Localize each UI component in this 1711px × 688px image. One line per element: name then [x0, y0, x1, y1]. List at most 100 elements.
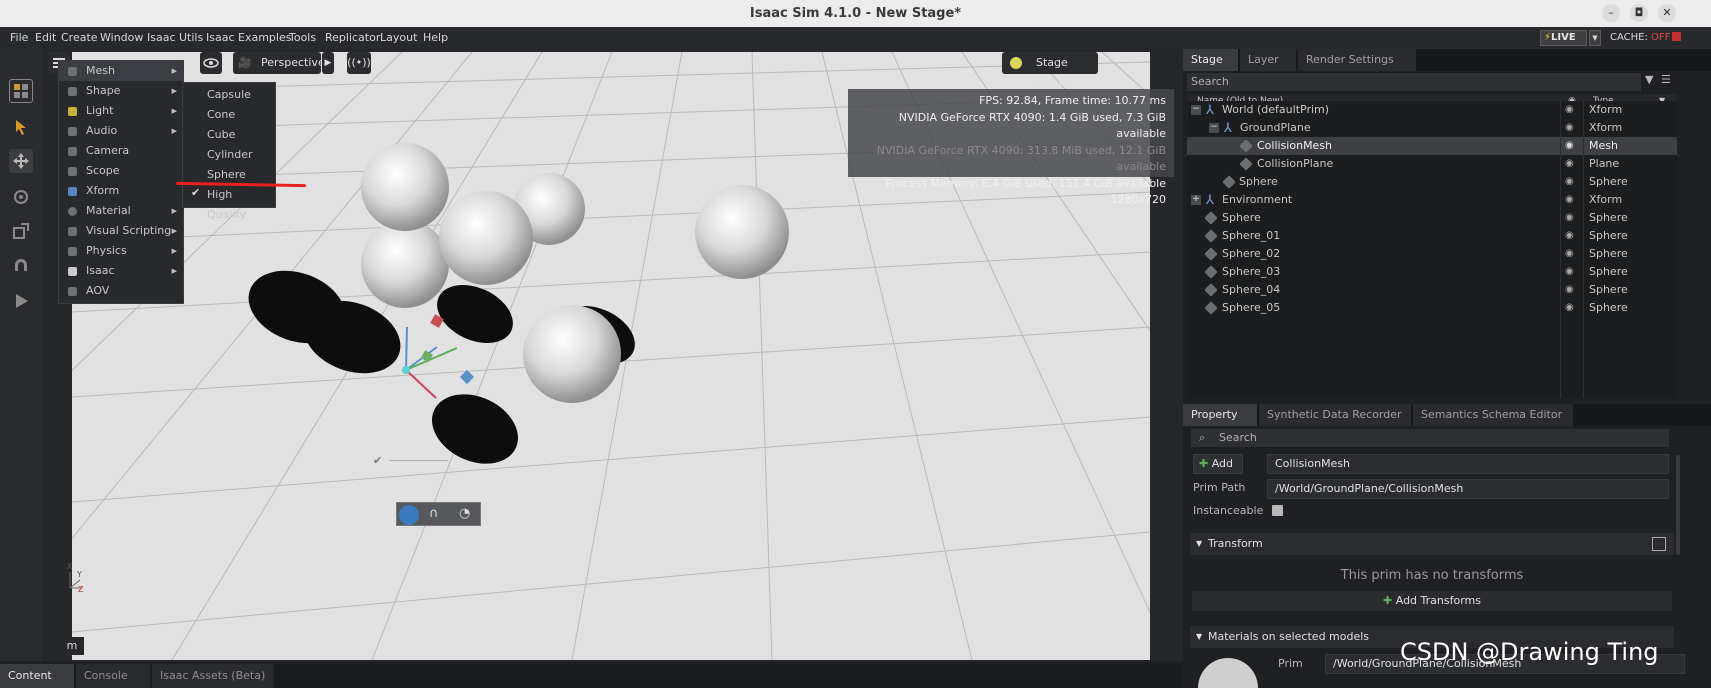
tab-synthetic-data-recorder[interactable]: Synthetic Data Recorder	[1259, 404, 1411, 426]
menu-item-xform[interactable]: Xform	[59, 181, 183, 201]
tree-row[interactable]: Sphere_05 ◉ Sphere	[1187, 299, 1677, 317]
xform-icon	[68, 187, 77, 196]
menu-item-material[interactable]: Material ▶	[59, 201, 183, 221]
stage-search-input[interactable]: Search	[1187, 73, 1641, 91]
rotate-icon[interactable]	[9, 185, 33, 209]
menu-item-visual-scripting[interactable]: Visual Scripting ▶	[59, 221, 183, 241]
add-transforms-button[interactable]: ✚ Add Transforms	[1192, 591, 1672, 611]
eye-icon[interactable]: ◉	[1565, 263, 1574, 281]
tab-layer[interactable]: Layer	[1240, 49, 1296, 71]
tree-row-selected[interactable]: CollisionMesh ◉ Mesh	[1187, 137, 1677, 155]
menu-item-light[interactable]: Light ▶	[59, 101, 183, 121]
eye-icon[interactable]: ◉	[1565, 119, 1574, 137]
filter-icon[interactable]: ▼	[1645, 73, 1653, 86]
property-scrollbar[interactable]	[1676, 455, 1680, 555]
eye-icon[interactable]: ◉	[1565, 209, 1574, 227]
maximize-button[interactable]: ◘	[1630, 4, 1648, 22]
play-icon[interactable]	[9, 289, 33, 313]
minimize-button[interactable]: –	[1602, 4, 1620, 22]
eye-icon[interactable]: ◉	[1565, 227, 1574, 245]
tab-console[interactable]: Console	[76, 664, 150, 688]
menu-isaac-utils[interactable]: Isaac Utils	[147, 31, 203, 44]
menu-edit[interactable]: Edit	[35, 31, 56, 44]
tab-render-settings[interactable]: Render Settings	[1298, 49, 1416, 71]
prim-path-field[interactable]: /World/GroundPlane/CollisionMesh	[1267, 479, 1669, 499]
menu-item-physics[interactable]: Physics ▶	[59, 241, 183, 261]
menu-create[interactable]: Create	[61, 31, 98, 44]
submenu-item-cube[interactable]: Cube	[207, 125, 235, 145]
tree-row[interactable]: Sphere_02 ◉ Sphere	[1187, 245, 1677, 263]
menu-file[interactable]: File	[10, 31, 28, 44]
eye-icon[interactable]: ◉	[1565, 245, 1574, 263]
eye-icon[interactable]: ◉	[1565, 191, 1574, 209]
submenu-item-capsule[interactable]: Capsule	[207, 85, 251, 105]
snap-magnet-icon[interactable]: ∩	[429, 506, 439, 521]
camera-dropdown[interactable]: 🎥 Perspective	[233, 52, 325, 74]
expand-icon[interactable]: +	[1191, 195, 1201, 205]
tab-content[interactable]: Content	[0, 664, 74, 688]
transform-options-icon[interactable]	[1652, 537, 1666, 551]
live-dropdown-chevron-icon[interactable]: ▼	[1589, 30, 1601, 46]
tree-row[interactable]: + ⅄ Environment ◉ Xform	[1187, 191, 1677, 209]
audio-broadcast-icon[interactable]: ((•))	[347, 52, 371, 74]
eye-icon[interactable]: ◉	[1565, 137, 1574, 155]
menu-layout[interactable]: Layout	[380, 31, 417, 44]
add-button[interactable]: ✚ Add	[1193, 454, 1243, 474]
submenu-item-cone[interactable]: Cone	[207, 105, 235, 125]
bolt-icon: ⚡	[1544, 32, 1552, 43]
tree-row[interactable]: − ⅄ GroundPlane ◉ Xform	[1187, 119, 1677, 137]
menu-item-mesh[interactable]: Mesh ▶	[59, 61, 183, 81]
submenu-item-cylinder[interactable]: Cylinder	[207, 145, 253, 165]
options-icon[interactable]: ☰	[1661, 73, 1671, 86]
submenu-item-high-quality[interactable]: High Quality	[207, 185, 275, 221]
tree-row[interactable]: Sphere_01 ◉ Sphere	[1187, 227, 1677, 245]
select-mode-icon[interactable]	[9, 79, 33, 103]
stage-lights-button[interactable]: Stage Lights	[1002, 52, 1098, 91]
tree-row[interactable]: Sphere_04 ◉ Sphere	[1187, 281, 1677, 299]
tab-isaac-assets[interactable]: Isaac Assets (Beta)	[152, 664, 274, 688]
tab-semantics-schema-editor[interactable]: Semantics Schema Editor	[1413, 404, 1573, 426]
eye-icon[interactable]: ◉	[1565, 173, 1574, 191]
tree-row[interactable]: Sphere ◉ Sphere	[1187, 173, 1677, 191]
menu-replicator[interactable]: Replicator	[325, 31, 380, 44]
instanceable-checkbox[interactable]	[1272, 505, 1283, 516]
prim-name-field[interactable]: CollisionMesh	[1267, 454, 1669, 474]
scale-icon[interactable]	[9, 219, 33, 243]
menu-item-isaac[interactable]: Isaac ▶	[59, 261, 183, 281]
property-search-input[interactable]: ⌕ Search	[1191, 429, 1669, 447]
menu-item-scope[interactable]: Scope	[59, 161, 183, 181]
menu-item-shape[interactable]: Shape ▶	[59, 81, 183, 101]
submenu-arrow-icon: ▶	[171, 67, 177, 75]
world-globe-icon[interactable]	[399, 505, 419, 525]
menu-help[interactable]: Help	[423, 31, 448, 44]
collapse-icon[interactable]: −	[1209, 123, 1219, 133]
select-arrow-icon[interactable]	[9, 115, 33, 139]
menu-item-aov[interactable]: AOV	[59, 281, 183, 301]
tab-property[interactable]: Property	[1183, 404, 1257, 426]
eye-icon[interactable]: ◉	[1565, 281, 1574, 299]
collapse-chevron-icon[interactable]: ✔	[373, 454, 382, 467]
cache-status[interactable]: CACHE: OFF	[1610, 32, 1682, 43]
eye-icon[interactable]: ◉	[1565, 299, 1574, 317]
menu-tools[interactable]: Tools	[289, 31, 316, 44]
tab-stage[interactable]: Stage	[1183, 49, 1238, 71]
transform-section-header[interactable]: ▼ Transform	[1190, 533, 1674, 555]
menu-isaac-examples[interactable]: Isaac Examples	[206, 31, 291, 44]
menu-window[interactable]: Window	[100, 31, 143, 44]
move-icon[interactable]	[9, 149, 33, 173]
menu-item-audio[interactable]: Audio ▶	[59, 121, 183, 141]
camera-chevron-icon[interactable]: ▶	[322, 52, 334, 74]
tree-row[interactable]: Sphere ◉ Sphere	[1187, 209, 1677, 227]
tree-row[interactable]: CollisionPlane ◉ Plane	[1187, 155, 1677, 173]
eye-icon[interactable]: ◉	[1565, 155, 1574, 173]
menu-item-camera[interactable]: Camera	[59, 141, 183, 161]
collapse-icon[interactable]: −	[1191, 105, 1201, 115]
eye-visibility-icon[interactable]	[200, 52, 222, 74]
close-button[interactable]: ✕	[1658, 4, 1676, 22]
live-button[interactable]: ⚡LIVE	[1540, 30, 1587, 46]
snap-magnet-icon[interactable]	[9, 254, 33, 278]
eye-icon[interactable]: ◉	[1565, 101, 1574, 119]
tree-row[interactable]: Sphere_03 ◉ Sphere	[1187, 263, 1677, 281]
tree-row[interactable]: − ⅄ World (defaultPrim) ◉ Xform	[1187, 101, 1677, 119]
surface-snap-icon[interactable]: ◔	[459, 506, 470, 521]
